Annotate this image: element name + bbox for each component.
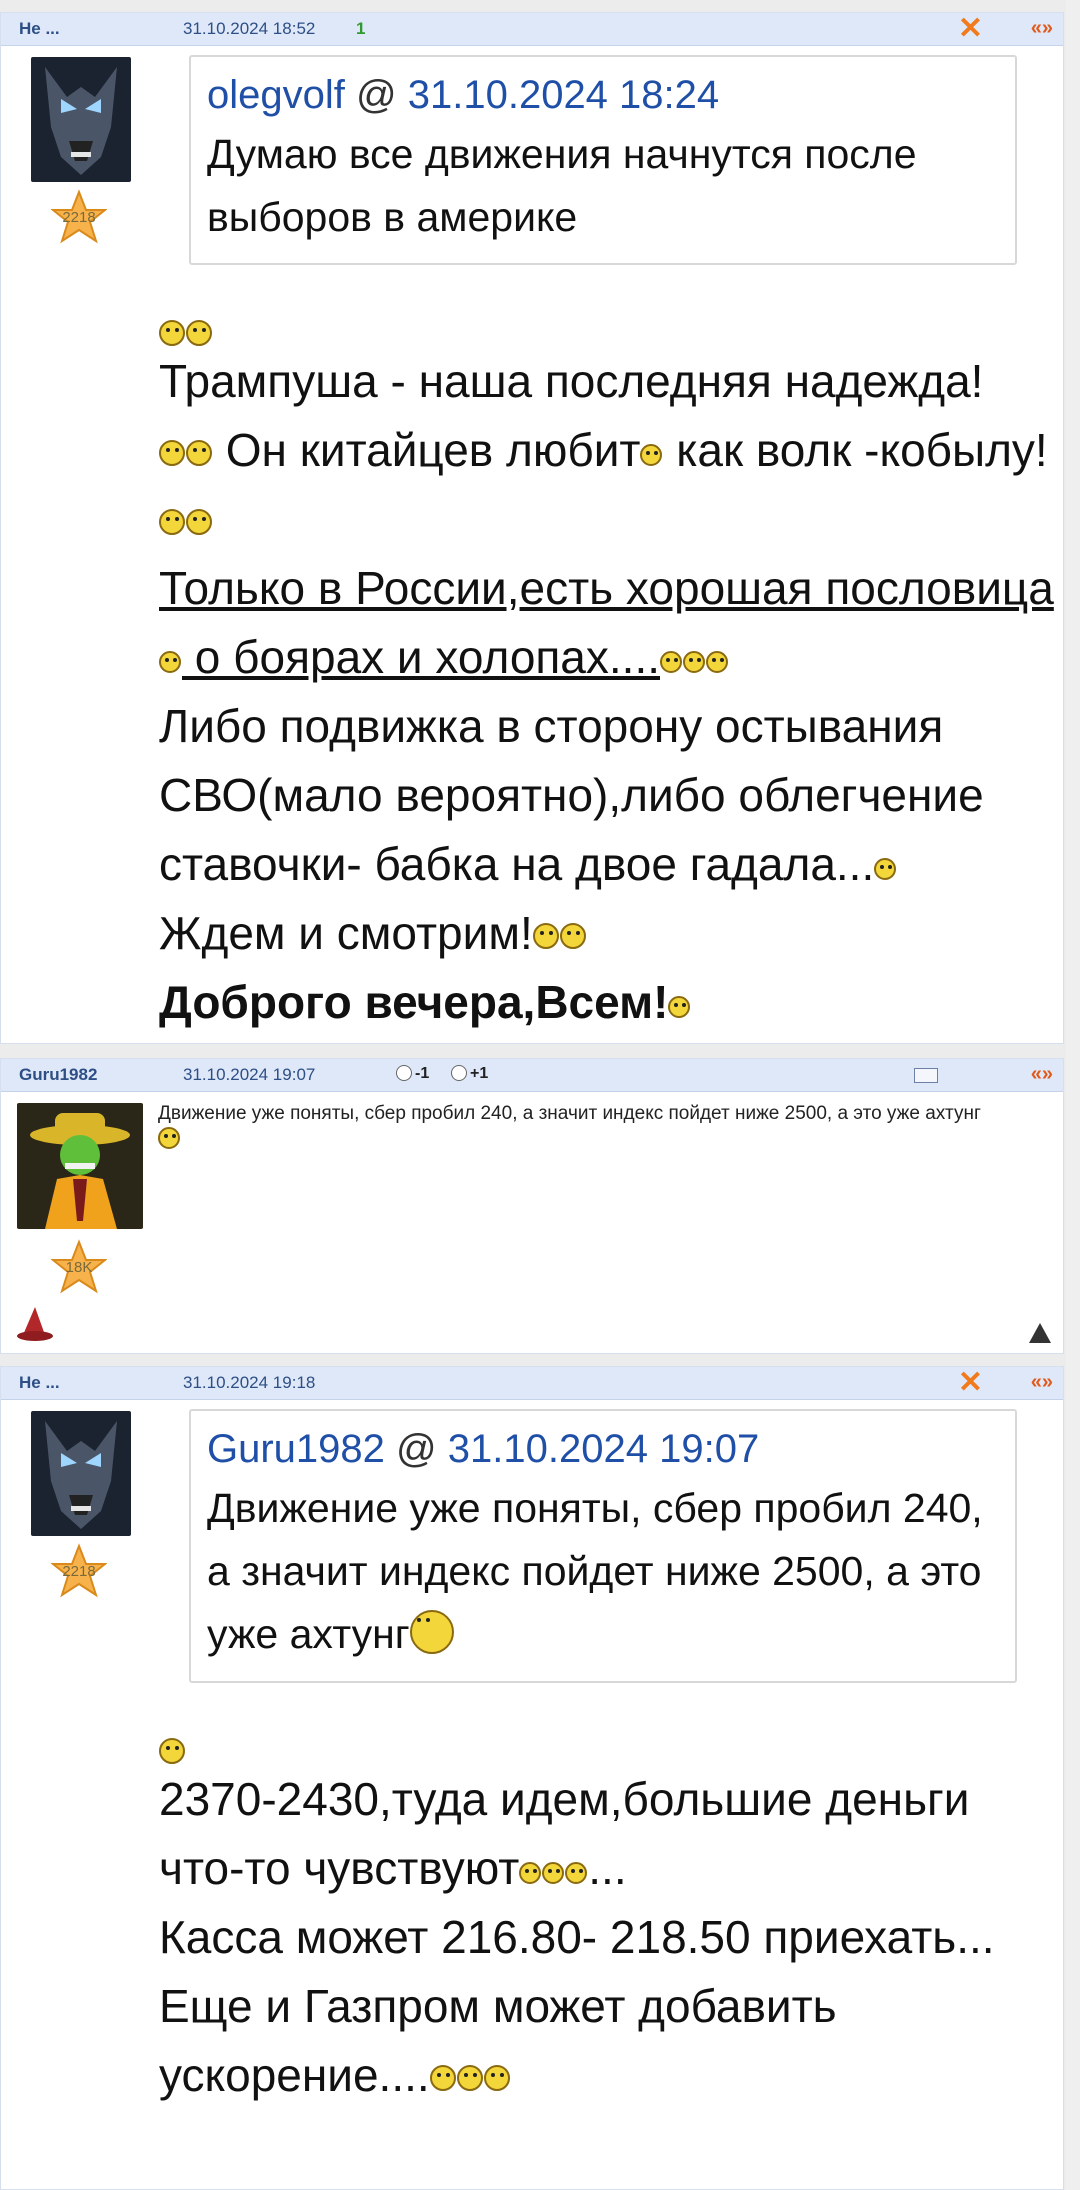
post-line: Доброго вечера,Всем! bbox=[159, 968, 1059, 1037]
post-body: 2370-2430,туда идем,большие деньги что-т… bbox=[159, 1731, 1059, 2110]
post-author[interactable]: Guru1982 bbox=[19, 1065, 97, 1085]
post-author[interactable]: Не ... bbox=[19, 19, 60, 39]
page-edge bbox=[1066, 0, 1080, 2190]
smiley-icon bbox=[159, 1738, 185, 1764]
radio-icon[interactable] bbox=[396, 1065, 412, 1081]
avatar[interactable] bbox=[31, 1411, 131, 1536]
close-icon[interactable]: ✕ bbox=[958, 1367, 983, 1399]
smiley-icon bbox=[668, 996, 691, 1018]
post-line: 2370-2430,туда идем,большие деньги что-т… bbox=[159, 1773, 970, 1894]
post-header: Guru1982 31.10.2024 19:07 -1 +1 «» bbox=[1, 1059, 1063, 1092]
post-line: Еще и Газпром может добавить ускорение..… bbox=[159, 1980, 837, 2101]
smiley-icon bbox=[429, 2065, 456, 2091]
smiley-icon bbox=[159, 440, 185, 466]
post-line: Либо подвижка в сторону остывания СВО(ма… bbox=[159, 700, 984, 890]
quote-button[interactable]: «» bbox=[1031, 1063, 1053, 1086]
avatar[interactable] bbox=[17, 1103, 143, 1229]
smiley-icon bbox=[159, 320, 185, 346]
smiley-icon bbox=[159, 509, 185, 535]
quote-button[interactable]: «» bbox=[1031, 1371, 1053, 1394]
wizard-hat-icon bbox=[15, 1305, 55, 1345]
post-line: Касса может 216.80- 218.50 приехать... bbox=[159, 1911, 995, 1963]
smiley-icon bbox=[532, 923, 559, 949]
quote-at: @ bbox=[396, 1427, 437, 1471]
quote-author-link[interactable]: Guru1982 bbox=[207, 1427, 385, 1471]
smiley-icon bbox=[706, 651, 729, 673]
smiley-icon bbox=[456, 2065, 483, 2091]
quoted-message: Guru1982 @ 31.10.2024 19:07 Движение уже… bbox=[189, 1409, 1017, 1683]
quote-button[interactable]: «» bbox=[1031, 17, 1053, 40]
quoted-message: olegvolf @ 31.10.2024 18:24 Думаю все дв… bbox=[189, 55, 1017, 265]
radio-icon[interactable] bbox=[451, 1065, 467, 1081]
post-header: Не ... 31.10.2024 18:52 1 ✕ «» bbox=[1, 13, 1063, 46]
wink-icon bbox=[409, 1610, 454, 1654]
smiley-icon bbox=[683, 651, 706, 673]
report-icon[interactable] bbox=[1029, 1323, 1051, 1343]
user-rating: 18K bbox=[65, 1259, 93, 1276]
smiley-icon bbox=[186, 320, 212, 346]
post-date[interactable]: 31.10.2024 18:52 bbox=[183, 19, 315, 39]
user-rating: 2218 bbox=[62, 1563, 96, 1580]
forum-post: Не ... 31.10.2024 18:52 1 ✕ «» 2218 oleg… bbox=[0, 12, 1064, 1044]
emoji-row bbox=[159, 313, 1059, 347]
post-counter: 1 bbox=[356, 19, 366, 38]
quote-at: @ bbox=[356, 73, 397, 117]
post-date[interactable]: 31.10.2024 19:07 bbox=[183, 1065, 315, 1085]
smiley-icon bbox=[542, 1862, 565, 1884]
user-rating: 2218 bbox=[62, 209, 96, 226]
smiley-icon bbox=[640, 444, 663, 466]
smiley-icon bbox=[186, 440, 212, 466]
post-header: Не ... 31.10.2024 19:18 ✕ «» bbox=[1, 1367, 1063, 1400]
avatar[interactable] bbox=[31, 57, 131, 182]
smiley-icon bbox=[186, 509, 212, 535]
smiley-icon bbox=[483, 2065, 510, 2091]
smiley-icon bbox=[565, 1862, 588, 1884]
vote-minus[interactable]: -1 bbox=[396, 1065, 429, 1083]
forum-post: Не ... 31.10.2024 19:18 ✕ «» 2218 Guru19… bbox=[0, 1366, 1064, 2190]
quote-text: Движение уже поняты, сбер пробил 240, а … bbox=[207, 1485, 983, 1657]
rating-star-icon: 18K bbox=[51, 1239, 107, 1295]
quote-header: olegvolf @ 31.10.2024 18:24 bbox=[207, 67, 999, 123]
message-icon[interactable] bbox=[914, 1068, 938, 1083]
close-icon[interactable]: ✕ bbox=[958, 13, 983, 45]
forum-post: Guru1982 31.10.2024 19:07 -1 +1 «» 18K Д… bbox=[0, 1058, 1064, 1354]
smiley-icon bbox=[559, 923, 586, 949]
smiley-icon bbox=[660, 651, 683, 673]
smiley-icon bbox=[874, 858, 897, 880]
quote-author-link[interactable]: olegvolf bbox=[207, 73, 345, 117]
post-text: Движение уже поняты, сбер пробил 240, а … bbox=[158, 1103, 981, 1124]
post-line: Он китайцев любит как волк -кобылу! bbox=[159, 416, 1059, 554]
post-body: Трампуша - наша последняя надежда! Он ки… bbox=[159, 313, 1059, 1037]
wink-icon bbox=[158, 1127, 180, 1149]
post-link[interactable]: Только в России,есть хорошая пословица о… bbox=[159, 554, 1059, 692]
post-line: Ждем и смотрим! bbox=[159, 899, 1059, 968]
quote-date-link[interactable]: 31.10.2024 18:24 bbox=[408, 73, 719, 117]
post-date[interactable]: 31.10.2024 19:18 bbox=[183, 1373, 315, 1393]
quote-text: Думаю все движения начнутся после выборо… bbox=[207, 131, 917, 240]
smiley-icon bbox=[159, 651, 181, 673]
rating-star-icon: 2218 bbox=[51, 189, 107, 245]
rating-star-icon: 2218 bbox=[51, 1543, 107, 1599]
quote-date-link[interactable]: 31.10.2024 19:07 bbox=[448, 1427, 759, 1471]
smiley-icon bbox=[519, 1862, 542, 1884]
post-author[interactable]: Не ... bbox=[19, 1373, 60, 1393]
vote-plus[interactable]: +1 bbox=[451, 1065, 488, 1083]
post-line: Трампуша - наша последняя надежда! bbox=[159, 355, 984, 407]
quote-header: Guru1982 @ 31.10.2024 19:07 bbox=[207, 1421, 999, 1477]
emoji-row bbox=[159, 1731, 1059, 1765]
post-body: Движение уже поняты, сбер пробил 240, а … bbox=[158, 1101, 1058, 1157]
